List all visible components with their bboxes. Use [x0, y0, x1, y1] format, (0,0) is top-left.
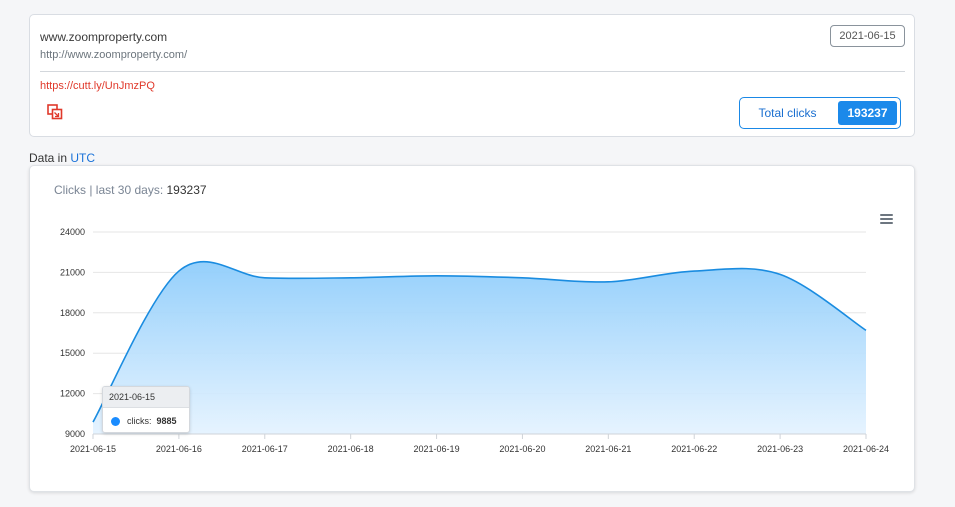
tooltip-date: 2021-06-15 — [103, 387, 189, 408]
x-tick-label: 2021-06-18 — [328, 444, 374, 454]
link-title: www.zoomproperty.com — [40, 30, 168, 44]
x-tick-label: 2021-06-21 — [585, 444, 631, 454]
clicks-chart: 900012000150001800021000240002021-06-15 2… — [60, 227, 889, 454]
total-clicks-value: 193237 — [838, 101, 897, 125]
y-tick-label: 21000 — [60, 267, 85, 277]
y-tick-label: 18000 — [60, 308, 85, 318]
link-card: www.zoomproperty.com http://www.zoomprop… — [29, 14, 915, 137]
series-area — [93, 261, 866, 434]
x-tick-label: 2021-06-16 — [156, 444, 202, 454]
tooltip-series-name: clicks: — [127, 416, 152, 426]
x-tick-label: 2021-06-15 — [70, 444, 116, 454]
total-clicks-label: Total clicks — [758, 106, 817, 120]
series-marker-icon — [111, 416, 120, 426]
y-tick-label: 12000 — [60, 389, 85, 399]
total-clicks-box: Total clicks 193237 — [739, 97, 901, 129]
x-tick-label: 2021-06-24 — [843, 444, 889, 454]
chart-tooltip: 2021-06-15 clicks: 9885 — [102, 386, 190, 433]
timezone-prefix: Data in — [29, 151, 68, 165]
x-tick-label: 2021-06-20 — [499, 444, 545, 454]
tooltip-body: clicks: 9885 — [103, 408, 189, 432]
short-url-link[interactable]: https://cutt.ly/UnJmzPQ — [40, 80, 155, 92]
timezone-line: Data in UTC — [29, 151, 95, 165]
divider — [40, 71, 905, 72]
tooltip-value: 9885 — [156, 416, 177, 426]
date-badge: 2021-06-15 — [830, 25, 905, 47]
y-tick-label: 24000 — [60, 227, 85, 237]
x-tick-label: 2021-06-19 — [414, 444, 460, 454]
copy-icon[interactable] — [46, 103, 64, 121]
y-tick-label: 15000 — [60, 348, 85, 358]
timezone-link[interactable]: UTC — [70, 151, 95, 165]
x-tick-label: 2021-06-22 — [671, 444, 717, 454]
original-url: http://www.zoomproperty.com/ — [40, 49, 188, 61]
y-tick-label: 9000 — [65, 429, 85, 439]
x-tick-label: 2021-06-23 — [757, 444, 803, 454]
x-tick-label: 2021-06-17 — [242, 444, 288, 454]
chart-card: Clicks | last 30 days: 193237 9000 12000 1… — [29, 165, 915, 492]
